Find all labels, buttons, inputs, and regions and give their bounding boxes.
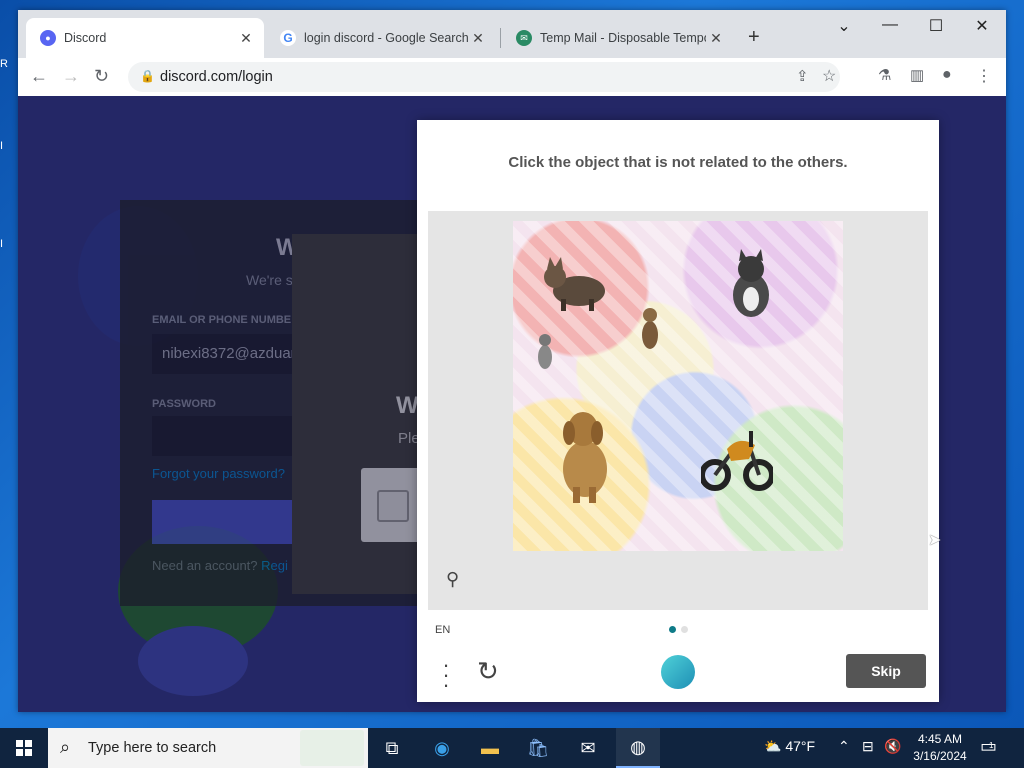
profile-avatar-icon[interactable]: ●	[942, 66, 952, 84]
skip-button[interactable]: Skip	[846, 654, 926, 688]
close-tab-icon[interactable]: ✕	[236, 30, 256, 47]
menu-kebab-icon[interactable]: ⋮	[976, 66, 992, 86]
discord-icon: ●	[40, 30, 56, 46]
challenge-image[interactable]	[513, 221, 843, 551]
tab-title: Temp Mail - Disposable Tempor	[540, 31, 706, 45]
search-placeholder: Type here to search	[88, 740, 217, 756]
tab-title: login discord - Google Search	[304, 31, 468, 45]
mouse-cursor-icon: ➤	[928, 532, 942, 549]
tab-strip: ● Discord ✕ G login discord - Google Sea…	[18, 10, 1006, 58]
hcaptcha-logo-icon[interactable]	[661, 655, 695, 689]
desktop-icon[interactable]: I	[0, 140, 18, 152]
cat-object[interactable]	[639, 305, 661, 351]
side-panel-icon[interactable]: ▥	[910, 66, 924, 84]
google-icon: G	[280, 30, 296, 46]
store-icon[interactable]: 🛍	[516, 728, 560, 768]
page-indicator	[681, 626, 688, 633]
desktop-icon[interactable]: R	[0, 58, 18, 70]
close-tab-icon[interactable]: ✕	[706, 30, 726, 47]
language-selector[interactable]: EN	[435, 624, 450, 636]
challenge-prompt: Click the object that is not related to …	[508, 154, 848, 171]
address-bar[interactable]: 🔒 discord.com/login ⇪ ☆	[128, 62, 840, 92]
dog-object[interactable]	[555, 407, 613, 503]
windows-icon	[16, 740, 32, 756]
browser-window: ● Discord ✕ G login discord - Google Sea…	[18, 10, 1006, 712]
extensions-flask-icon[interactable]: ⚗	[878, 66, 891, 84]
cat-object[interactable]	[539, 251, 611, 315]
task-view-icon[interactable]: ⧉	[370, 728, 414, 768]
tab-discord[interactable]: ● Discord ✕	[26, 18, 264, 58]
maximize-button[interactable]: ☐	[914, 16, 958, 36]
network-icon[interactable]: ⊟	[862, 738, 874, 755]
cat-object[interactable]	[535, 331, 555, 371]
challenge-image-area: ⚲	[428, 211, 928, 610]
tab-google-search[interactable]: G login discord - Google Search ✕	[266, 18, 496, 58]
motorcycle-object[interactable]	[701, 427, 773, 493]
search-highlight-image	[300, 730, 364, 766]
weather-temp: 47°F	[785, 738, 816, 754]
chevron-up-icon[interactable]: ⌃	[838, 738, 850, 755]
tab-separator	[500, 28, 501, 48]
tab-title: Discord	[64, 31, 107, 45]
search-icon: ⌕	[60, 737, 71, 757]
back-arrow-icon[interactable]: ←	[30, 66, 48, 87]
reload-icon[interactable]: ↻	[94, 66, 109, 87]
clock[interactable]: 4:45 AM 3/16/2024	[908, 731, 972, 765]
lock-icon[interactable]: 🔒	[140, 69, 155, 83]
weather-widget[interactable]: ⛅ 47°F	[764, 738, 815, 755]
minimize-button[interactable]: —	[868, 16, 912, 34]
taskbar-search-box[interactable]: ⌕ Type here to search	[48, 728, 368, 768]
notification-icon[interactable]: ▭ 1	[980, 736, 997, 757]
date-text: 3/16/2024	[913, 749, 967, 763]
browser-toolbar: ← → ↻ 🔒 discord.com/login ⇪ ☆ ⚗ ▥ ● ⋮	[18, 58, 1006, 97]
cloud-sun-icon: ⛅	[764, 738, 782, 754]
menu-dots-icon[interactable]: · · ·	[441, 654, 451, 696]
start-button[interactable]	[0, 728, 48, 768]
chrome-icon[interactable]: ◍	[616, 728, 660, 768]
desktop-icon[interactable]: I	[0, 238, 18, 250]
temp-mail-icon: ✉	[516, 30, 532, 46]
forward-arrow-icon[interactable]: →	[62, 66, 80, 87]
zoom-magnifier-icon[interactable]: ⚲	[446, 569, 459, 590]
tab-temp-mail[interactable]: ✉ Temp Mail - Disposable Tempor ✕	[502, 18, 734, 58]
hcaptcha-challenge: Click the object that is not related to …	[417, 120, 939, 702]
refresh-icon[interactable]: ↻	[477, 656, 499, 687]
mail-icon[interactable]: ✉	[566, 728, 610, 768]
cat-object[interactable]	[723, 249, 779, 321]
close-window-button[interactable]: ✕	[960, 16, 1004, 36]
time-text: 4:45 AM	[917, 732, 963, 746]
file-explorer-icon[interactable]: ▬	[468, 728, 512, 768]
close-tab-icon[interactable]: ✕	[468, 30, 488, 47]
volume-muted-icon[interactable]: 🔇	[884, 738, 901, 755]
tab-search-chevron-icon[interactable]: ⌄	[822, 16, 866, 36]
notification-count: 1	[989, 741, 994, 750]
bookmark-star-icon[interactable]: ☆	[822, 66, 836, 86]
share-icon[interactable]: ⇪	[796, 67, 809, 85]
edge-icon[interactable]: ◉	[420, 728, 464, 768]
url-text[interactable]: discord.com/login	[160, 69, 273, 85]
taskbar: ⌕ Type here to search ⧉ ◉ ▬ 🛍 ✉ ◍ ⛅ 47°F…	[0, 728, 1024, 768]
page-indicator-active	[669, 626, 676, 633]
new-tab-button[interactable]: +	[748, 26, 760, 49]
